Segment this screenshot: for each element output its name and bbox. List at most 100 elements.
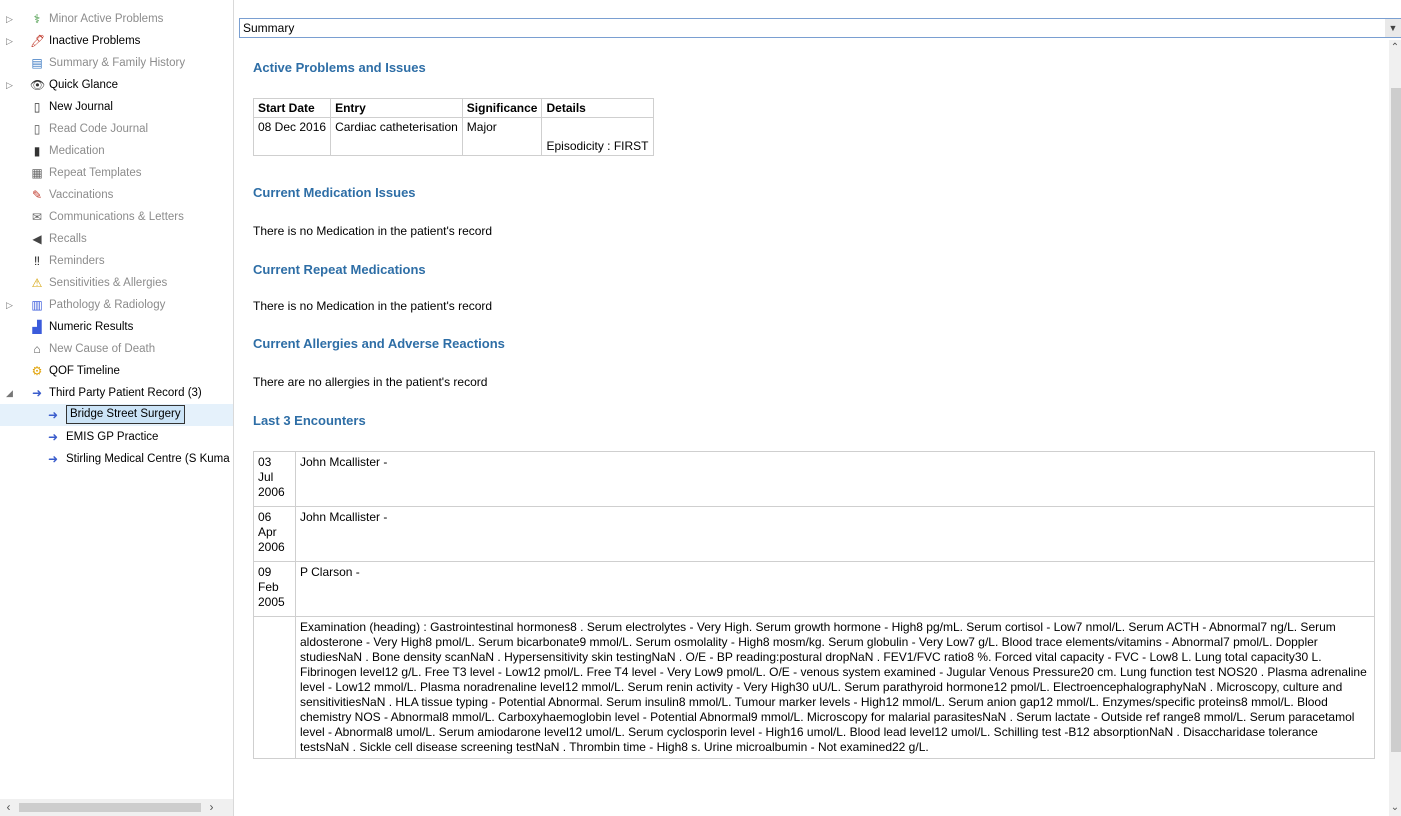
journal-icon: ▯: [33, 100, 41, 114]
sidebar-horizontal-scrollbar[interactable]: ‹ ›: [0, 799, 233, 816]
scroll-right-icon[interactable]: ›: [203, 799, 220, 816]
column-header: Entry: [330, 98, 463, 118]
current-medication-heading: Current Medication Issues: [253, 185, 416, 200]
sidebar-item-label: Vaccinations: [49, 189, 114, 201]
summary-icon: ▤: [31, 56, 43, 70]
sidebar-item-qof-timeline[interactable]: ⚙ QOF Timeline: [0, 360, 233, 382]
sidebar-item-label: Read Code Journal: [49, 123, 149, 135]
chevron-down-icon[interactable]: ▼: [1385, 19, 1401, 37]
sidebar-item-label: Minor Active Problems: [49, 13, 164, 25]
sidebar-item-bridge-street-surgery[interactable]: ➜ Bridge Street Surgery: [0, 404, 233, 426]
sidebar-item-inactive-problems[interactable]: ▷ 🖊 Inactive Problems: [0, 30, 233, 52]
entry-cell: Cardiac catheterisation: [330, 117, 463, 156]
numeric-results-icon: ▟: [32, 320, 42, 334]
expander-arrow-icon[interactable]: ▷: [6, 8, 16, 30]
encounter-date: 06 Apr 2006: [253, 506, 296, 562]
significance-cell: Major: [461, 117, 543, 156]
sidebar-item-new-journal[interactable]: ▯ New Journal: [0, 96, 233, 118]
reminders-icon: ‼: [34, 254, 40, 268]
sidebar-item-label: New Cause of Death: [49, 343, 156, 355]
sidebar-item-vaccinations[interactable]: ✎ Vaccinations: [0, 184, 233, 206]
encounter-day: 06: [258, 510, 272, 524]
bridge-street-record-icon: ➜: [47, 408, 59, 422]
start-date-cell: 08 Dec 2016: [252, 117, 332, 156]
sidebar-item-label: Summary & Family History: [49, 57, 186, 69]
encounter-day: 03: [258, 455, 272, 469]
sidebar-item-medication[interactable]: ▮ Medication: [0, 140, 233, 162]
allergies-text: There are no allergies in the patient's …: [253, 375, 488, 389]
cause-of-death-icon: ⌂: [33, 342, 41, 356]
medication-icon: ▮: [33, 144, 41, 158]
third-party-record-icon: ➜: [31, 386, 43, 400]
sidebar-item-pathology-radiology[interactable]: ▷ ▥ Pathology & Radiology: [0, 294, 233, 316]
allergies-heading: Current Allergies and Adverse Reactions: [253, 336, 505, 351]
encounter-year: 2006: [258, 540, 285, 554]
view-select[interactable]: Summary ▼: [239, 18, 1401, 38]
table-row: 08 Dec 2016 Cardiac catheterisation Majo…: [252, 117, 654, 156]
sidebar-item-label: EMIS GP Practice: [66, 431, 159, 443]
encounters-table: 03 Jul 2006 John Mcallister - 06 Apr 2006 Jo…: [253, 451, 1375, 759]
sidebar-item-label: Quick Glance: [49, 79, 119, 91]
encounter-date: 09 Feb 2005: [253, 561, 296, 617]
sidebar-item-repeat-templates[interactable]: ▦ Repeat Templates: [0, 162, 233, 184]
encounter-month: Apr: [258, 525, 277, 539]
current-medication-text: There is no Medication in the patient's …: [253, 224, 493, 238]
encounter-clinician: John Mcallister -: [295, 506, 1375, 562]
sidebar-item-communications-letters[interactable]: ✉ Communications & Letters: [0, 206, 233, 228]
sidebar-item-label: Third Party Patient Record (3): [49, 387, 202, 399]
expander-arrow-icon[interactable]: ▷: [6, 294, 16, 316]
summary-content: Active Problems and Issues Start Date En…: [236, 40, 1384, 816]
syringe-icon: ✎: [31, 188, 43, 202]
sidebar-item-label: Bridge Street Surgery: [66, 405, 185, 424]
sidebar-item-recalls[interactable]: ◀ Recalls: [0, 228, 233, 250]
sidebar-item-third-party-patient-record-3[interactable]: ◢ ➜ Third Party Patient Record (3): [0, 382, 233, 404]
pathology-icon: ▥: [31, 298, 43, 312]
main-panel: Summary ▼ Active Problems and Issues Sta…: [236, 0, 1401, 816]
active-problems-table: Start Date Entry Significance Details 08…: [252, 98, 654, 156]
content-vertical-scrollbar[interactable]: ⌃ ⌄: [1389, 40, 1401, 816]
sidebar-item-summary-family-history[interactable]: ▤ Summary & Family History: [0, 52, 233, 74]
empty-cell: [253, 616, 296, 759]
expander-arrow-icon[interactable]: ▷: [6, 74, 16, 96]
encounter-month: Feb: [258, 580, 279, 594]
sidebar-item-reminders[interactable]: ‼ Reminders: [0, 250, 233, 272]
repeat-medication-heading: Current Repeat Medications: [253, 262, 426, 277]
sidebar-item-stirling-medical-centre-s-kuma[interactable]: ➜ Stirling Medical Centre (S Kuma: [0, 448, 233, 470]
sidebar-item-read-code-journal[interactable]: ▯ Read Code Journal: [0, 118, 233, 140]
view-select-value: Summary: [243, 21, 295, 35]
encounter-day: 09: [258, 565, 272, 579]
scroll-down-icon[interactable]: ⌄: [1389, 800, 1401, 816]
sidebar-item-label: Stirling Medical Centre (S Kuma: [66, 453, 230, 465]
sidebar-item-label: Communications & Letters: [49, 211, 184, 223]
details-text: Episodicity : FIRST: [546, 139, 649, 153]
scrollbar-thumb[interactable]: [19, 803, 201, 812]
sidebar-item-label: QOF Timeline: [49, 365, 120, 377]
expander-arrow-icon[interactable]: ▷: [6, 30, 16, 52]
sidebar-item-numeric-results[interactable]: ▟ Numeric Results: [0, 316, 233, 338]
scroll-up-icon[interactable]: ⌃: [1389, 40, 1401, 56]
sidebar-item-sensitivities-allergies[interactable]: ⚠ Sensitivities & Allergies: [0, 272, 233, 294]
column-header: Start Date: [252, 98, 332, 118]
expander-arrow-icon[interactable]: ◢: [6, 382, 16, 404]
column-header: Details: [541, 98, 654, 118]
encounter-year: 2005: [258, 595, 285, 609]
sidebar-item-new-cause-of-death[interactable]: ⌂ New Cause of Death: [0, 338, 233, 360]
qof-timeline-icon: ⚙: [31, 364, 43, 378]
examination-text: Examination (heading) : Gastrointestinal…: [295, 616, 1375, 759]
scrollbar-thumb[interactable]: [1391, 88, 1401, 752]
active-problems-heading: Active Problems and Issues: [253, 60, 426, 75]
sidebar-item-label: Medication: [49, 145, 105, 157]
sidebar-item-label: New Journal: [49, 101, 113, 113]
scroll-left-icon[interactable]: ‹: [0, 799, 17, 816]
encounter-year: 2006: [258, 485, 285, 499]
sidebar-item-minor-active-problems[interactable]: ▷ ⚕ Minor Active Problems: [0, 8, 233, 30]
navigation-sidebar: ▷ ⚕ Minor Active Problems ▷ 🖊 Inactive Proble…: [0, 0, 234, 816]
encounter-clinician: John Mcallister -: [295, 451, 1375, 507]
sidebar-item-quick-glance[interactable]: ▷ 👁 Quick Glance: [0, 74, 233, 96]
encounter-month: Jul: [258, 470, 274, 484]
minor-problems-icon: ⚕: [33, 12, 41, 26]
emis-practice-record-icon: ➜: [47, 430, 59, 444]
table-row: 06 Apr 2006 John Mcallister -: [253, 506, 1375, 562]
sidebar-item-emis-gp-practice[interactable]: ➜ EMIS GP Practice: [0, 426, 233, 448]
navigation-tree: ▷ ⚕ Minor Active Problems ▷ 🖊 Inactive Proble…: [0, 8, 233, 470]
